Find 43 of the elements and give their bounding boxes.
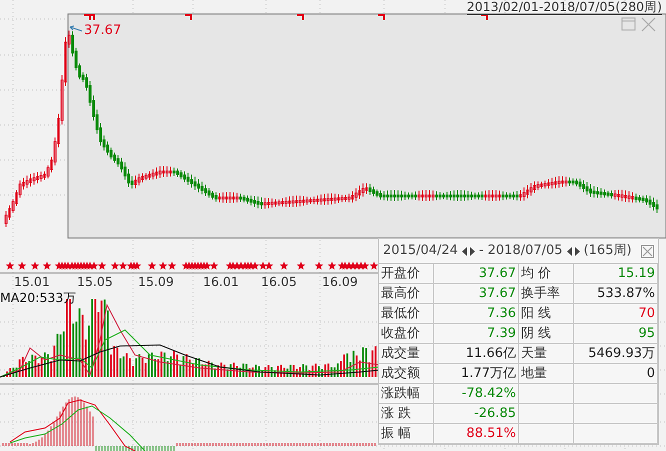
stat-value: 88.51% — [434, 424, 519, 444]
stat-value: 5469.93万 — [574, 344, 658, 364]
axis-date-label: 16.05 — [261, 276, 297, 288]
axis-date-label: 16.09 — [322, 276, 358, 288]
stat-label: 地量 — [519, 364, 574, 384]
stat-value: 37.67 — [434, 264, 519, 284]
stat-value: -26.85 — [434, 404, 519, 424]
stat-label: 阳 线 — [519, 304, 574, 324]
stat-value: 7.39 — [434, 324, 519, 344]
stat-label: 收盘价 — [379, 324, 434, 344]
axis-date-label: 15.05 — [77, 276, 113, 288]
stat-label: 最低价 — [379, 304, 434, 324]
stat-value: 11.66亿 — [434, 344, 519, 364]
stat-label: 阴 线 — [519, 324, 574, 344]
stat-label: 涨 跌 — [379, 404, 434, 424]
axis-date-label: 16.01 — [203, 276, 239, 288]
stat-label: 涨跌幅 — [379, 384, 434, 404]
stat-label: 天量 — [519, 344, 574, 364]
stat-value: 70 — [574, 304, 658, 324]
date-range-label: 2013/02/01-2018/07/05(280周) — [466, 1, 662, 14]
stat-label: 成交量 — [379, 344, 434, 364]
end-date: 2018/07/05 — [488, 242, 563, 260]
stat-label: 均 价 — [519, 264, 574, 284]
stat-label: 换手率 — [519, 284, 574, 304]
axis-date-label: 15.09 — [138, 276, 174, 288]
peak-price-label: 37.67 — [84, 24, 122, 37]
week-count: (165周) — [584, 242, 632, 260]
axis-date-label: 15.01 — [14, 276, 50, 288]
stat-value: 95 — [574, 324, 658, 344]
stat-value: 1.77万亿 — [434, 364, 519, 384]
start-date: 2015/04/24 — [383, 242, 458, 260]
stat-label: 振 幅 — [379, 424, 434, 444]
stat-value: 15.19 — [574, 264, 658, 284]
stat-value: 0 — [574, 364, 658, 384]
stat-label: 开盘价 — [379, 264, 434, 284]
stat-label: 成交额 — [379, 364, 434, 384]
date-separator: - — [478, 242, 484, 260]
stat-value: -78.42% — [434, 384, 519, 404]
stat-value: 533.87% — [574, 284, 658, 304]
volume-ma-label: MA20:533万 — [0, 292, 76, 304]
stat-value: 7.36 — [434, 304, 519, 324]
stat-label: 最高价 — [379, 284, 434, 304]
stat-value: 37.67 — [434, 284, 519, 304]
